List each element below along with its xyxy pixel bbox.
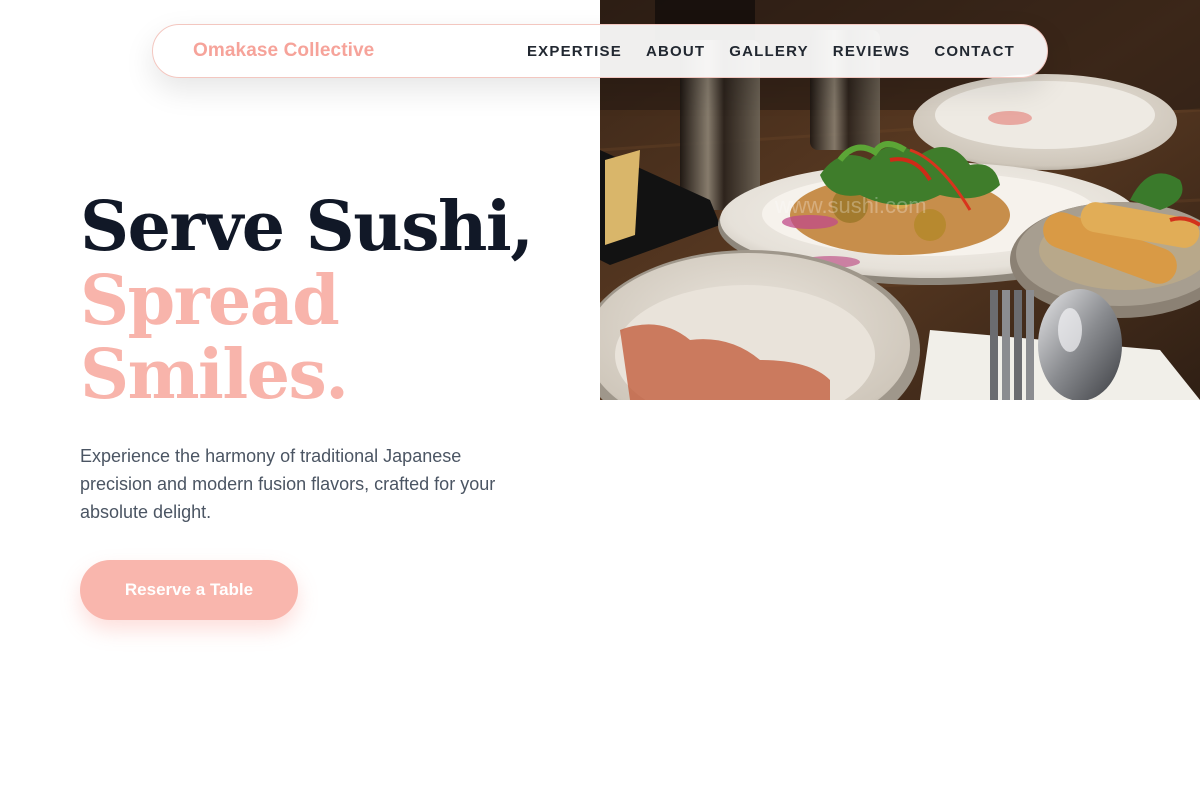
top-navigation: Omakase Collective EXPERTISE ABOUT GALLE… [152,24,1048,78]
photo-watermark: www.sushi.com [774,193,927,218]
reserve-table-button[interactable]: Reserve a Table [80,560,298,620]
brand-logo[interactable]: Omakase Collective [193,40,374,62]
headline-line-2: Spread [80,261,340,341]
hero-subtitle: Experience the harmony of traditional Ja… [80,446,496,522]
nav-link-contact[interactable]: CONTACT [934,43,1015,60]
landing-page: www.sushi.com Omakase Collective EXPERTI… [0,0,1200,800]
headline-line-3: Smiles. [80,335,349,415]
nav-link-expertise[interactable]: EXPERTISE [527,43,622,60]
hero-headline: Serve Sushi, Spread Smiles. [80,190,540,412]
nav-links: EXPERTISE ABOUT GALLERY REVIEWS CONTACT [527,43,1015,60]
nav-link-reviews[interactable]: REVIEWS [833,43,911,60]
nav-link-about[interactable]: ABOUT [646,43,705,60]
nav-link-gallery[interactable]: GALLERY [729,43,809,60]
hero-section: Serve Sushi, Spread Smiles. Experience t… [80,190,540,620]
headline-line-1: Serve Sushi, [80,187,534,267]
